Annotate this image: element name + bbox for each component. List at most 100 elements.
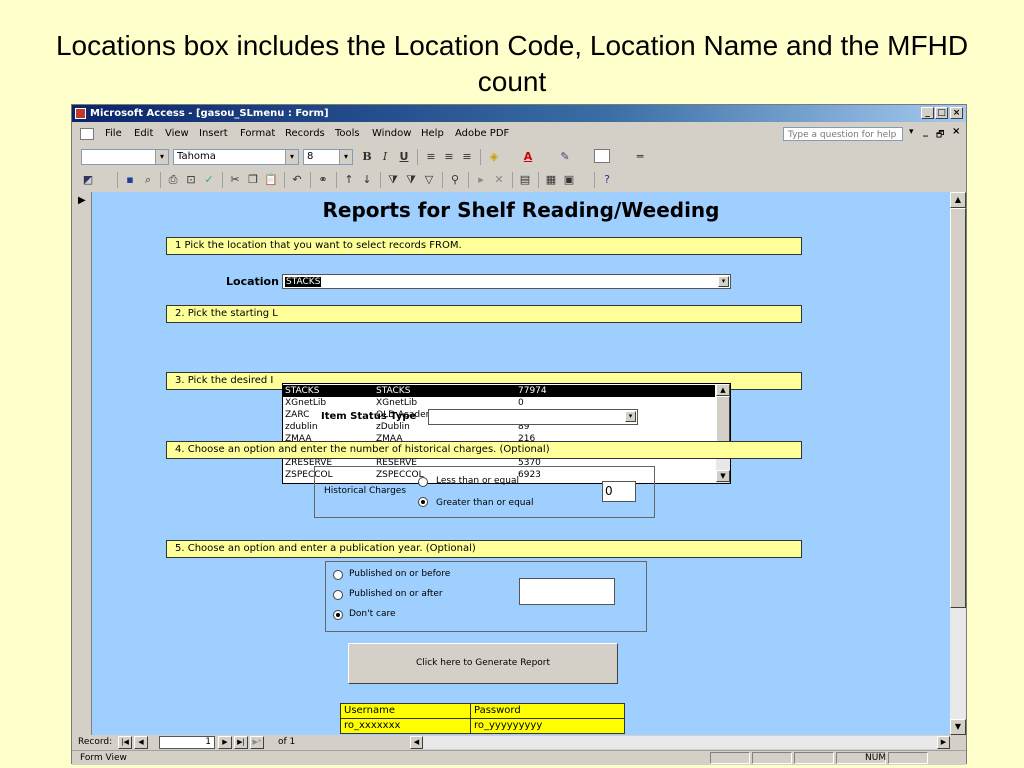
border-style-icon[interactable] [594, 149, 610, 163]
historical-charges-input[interactable]: 0 [602, 481, 636, 502]
minimize-button[interactable]: _ [921, 107, 934, 119]
previous-record-button[interactable]: ◀ [134, 736, 148, 749]
align-left-icon[interactable]: ≡ [423, 149, 439, 165]
current-record-pointer-icon: ▶ [78, 195, 86, 206]
scroll-up-button[interactable]: ▲ [716, 384, 730, 396]
chevron-down-icon[interactable]: ▾ [155, 150, 168, 164]
username-value: ro_xxxxxxx [340, 718, 471, 734]
location-option[interactable]: XGnetLib XGnetLib 0 [283, 397, 715, 409]
form-detail-area: Reports for Shelf Reading/Weeding 1 Pick… [92, 192, 950, 735]
scroll-down-button[interactable]: ▼ [950, 719, 966, 735]
filter-by-selection-icon[interactable]: ⧩ [385, 172, 401, 188]
sort-descending-icon[interactable]: ↓ [359, 172, 375, 188]
save-icon[interactable]: ▪ [122, 172, 138, 188]
item-status-combo[interactable]: ▾ [428, 409, 638, 425]
chevron-down-icon[interactable]: ▾ [718, 276, 729, 287]
toolbar-separator [594, 172, 595, 188]
underline-button[interactable]: U [396, 149, 412, 165]
chevron-down-icon[interactable]: ▾ [339, 150, 352, 164]
radio-published-on-or-after[interactable] [333, 590, 343, 600]
close-button[interactable]: × [950, 107, 963, 119]
maximize-button[interactable]: □ [935, 107, 948, 119]
fill-color-icon[interactable]: ◈ [486, 149, 502, 165]
delete-record-icon[interactable]: ✕ [491, 172, 507, 188]
location-option[interactable]: STACKS STACKS 77974 [283, 385, 715, 397]
menu-format[interactable]: Format [240, 124, 275, 144]
line-color-icon[interactable]: ✎ [557, 149, 573, 165]
generate-report-button[interactable]: Click here to Generate Report [348, 643, 618, 684]
radio-less-than-or-equal[interactable] [418, 477, 428, 487]
object-combo[interactable]: ▾ [81, 149, 169, 165]
menu-tools[interactable]: Tools [335, 124, 360, 144]
record-navigation-bar: Record: |◀ ◀ 1 ▶ ▶| ▶* of 1 ◀ ▶ [72, 735, 966, 750]
form-horizontal-scrollbar[interactable]: ◀ ▶ [410, 736, 950, 749]
menu-edit[interactable]: Edit [134, 124, 153, 144]
align-center-icon[interactable]: ≡ [441, 149, 457, 165]
doc-restore-button[interactable]: 🗗 [936, 127, 944, 143]
font-size-combo[interactable]: 8 ▾ [303, 149, 353, 165]
help-search-input[interactable]: Type a question for help [783, 127, 903, 141]
radio-dont-care[interactable] [333, 610, 343, 620]
sort-ascending-icon[interactable]: ↑ [341, 172, 357, 188]
menu-window[interactable]: Window [372, 124, 411, 144]
scroll-down-button[interactable]: ▼ [716, 470, 730, 482]
paste-icon[interactable]: 📋 [263, 172, 279, 188]
database-window-icon[interactable]: ▦ [543, 172, 559, 188]
menu-records[interactable]: Records [285, 124, 325, 144]
location-combo[interactable]: STACKS ▾ [282, 274, 731, 289]
scroll-up-button[interactable]: ▲ [950, 192, 966, 208]
record-number-input[interactable]: 1 [159, 736, 215, 749]
menu-file[interactable]: File [105, 124, 122, 144]
properties-icon[interactable]: ▤ [517, 172, 533, 188]
record-label: Record: [78, 737, 113, 747]
print-preview-icon[interactable]: ⊡ [183, 172, 199, 188]
dont-care-label: Don't care [349, 609, 396, 619]
hyperlink-icon[interactable]: ⚭ [315, 172, 331, 188]
chevron-down-icon[interactable]: ▾ [625, 411, 636, 422]
print-icon[interactable]: ⎙ [165, 172, 181, 188]
publication-year-input[interactable] [519, 578, 615, 605]
copy-icon[interactable]: ❐ [245, 172, 261, 188]
filter-by-form-icon[interactable]: ⧩ [403, 172, 419, 188]
scroll-left-button[interactable]: ◀ [410, 736, 423, 749]
next-record-button[interactable]: ▶ [218, 736, 232, 749]
step-5-banner: 5. Choose an option and enter a publicat… [166, 540, 802, 558]
record-selector[interactable]: ▶ [74, 192, 92, 736]
view-icon[interactable]: ◩ [80, 172, 96, 188]
doc-minimize-button[interactable]: _ [923, 126, 928, 137]
help-icon[interactable]: ? [599, 172, 615, 188]
dropdown-scrollbar[interactable]: ▲ ▼ [716, 384, 730, 483]
last-record-button[interactable]: ▶| [234, 736, 248, 749]
radio-published-on-or-before[interactable] [333, 570, 343, 580]
align-right-icon[interactable]: ≡ [459, 149, 475, 165]
font-color-icon[interactable]: A [520, 149, 536, 165]
bold-button[interactable]: B [359, 149, 375, 165]
apply-filter-icon[interactable]: ▽ [421, 172, 437, 188]
menu-view[interactable]: View [165, 124, 189, 144]
help-dropdown-icon[interactable]: ▾ [909, 127, 914, 137]
menu-adobe-pdf[interactable]: Adobe PDF [455, 124, 509, 144]
font-combo[interactable]: Tahoma ▾ [173, 149, 299, 165]
cut-icon[interactable]: ✂ [227, 172, 243, 188]
access-window: Microsoft Access - [gasou_SLmenu : Form]… [71, 104, 967, 765]
historical-charges-label: Historical Charges [324, 486, 407, 496]
line-width-icon[interactable]: ═ [632, 149, 648, 165]
spelling-icon[interactable]: ✓ [201, 172, 217, 188]
first-record-button[interactable]: |◀ [118, 736, 132, 749]
form-vertical-scrollbar[interactable]: ▲ ▼ [950, 192, 966, 735]
italic-button[interactable]: I [377, 149, 393, 165]
radio-greater-than-or-equal[interactable] [418, 497, 428, 507]
scroll-right-button[interactable]: ▶ [937, 736, 950, 749]
find-icon[interactable]: ⚲ [447, 172, 463, 188]
chevron-down-icon[interactable]: ▾ [285, 150, 298, 164]
undo-icon[interactable]: ↶ [289, 172, 305, 188]
doc-close-button[interactable]: × [952, 126, 960, 137]
new-object-icon[interactable]: ▣ [561, 172, 577, 188]
menu-insert[interactable]: Insert [199, 124, 228, 144]
window-titlebar: Microsoft Access - [gasou_SLmenu : Form]… [72, 105, 966, 122]
new-record-button[interactable]: ▶* [250, 736, 264, 749]
file-search-icon[interactable]: ⌕ [140, 172, 156, 188]
menu-help[interactable]: Help [421, 124, 444, 144]
form-scroll-thumb[interactable] [950, 208, 966, 608]
new-record-icon[interactable]: ▸ [473, 172, 489, 188]
